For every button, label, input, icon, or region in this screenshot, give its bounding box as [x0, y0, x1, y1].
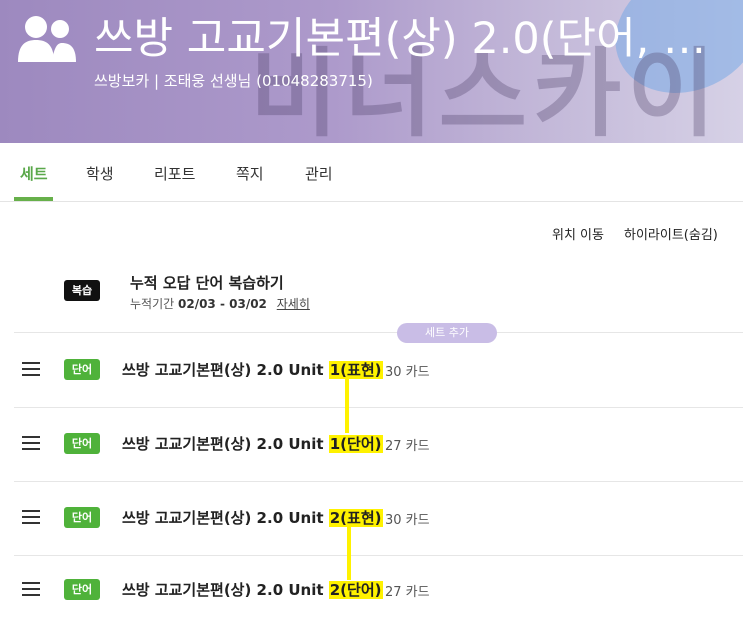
set-title-text: 쓰방 고교기본편(상) 2.0 Unit — [122, 435, 329, 453]
set-item[interactable]: 단어 쓰방 고교기본편(상) 2.0 Unit 2(표현) 30 카드 — [14, 481, 743, 556]
set-item[interactable]: 단어 쓰방 고교기본편(상) 2.0 Unit 1(표현) 30 카드 — [14, 333, 743, 408]
class-banner: 비너스카이 쓰방 고교기본편(상) 2.0(단어, … 쓰방보카 | 조태웅 선… — [0, 0, 743, 143]
review-title[interactable]: 누적 오답 단어 복습하기 — [130, 272, 284, 293]
set-title-highlight: 1(단어) — [328, 435, 383, 453]
tab-manage[interactable]: 관리 — [305, 163, 333, 184]
highlight-connector — [347, 524, 351, 580]
set-item[interactable]: 단어 쓰방 고교기본편(상) 2.0 Unit 1(단어) 27 카드 — [14, 407, 743, 482]
tab-messages[interactable]: 쪽지 — [236, 163, 264, 184]
set-title-highlight: 2(단어) — [328, 581, 383, 599]
set-title-highlight: 2(표현) — [328, 509, 383, 527]
set-type-badge: 단어 — [64, 579, 100, 600]
move-position-button[interactable]: 위치 이동 — [552, 224, 604, 243]
review-period-value: 02/03 - 03/02 — [178, 297, 267, 311]
set-title[interactable]: 쓰방 고교기본편(상) 2.0 Unit 1(표현) — [122, 359, 383, 380]
review-badge: 복습 — [64, 280, 100, 301]
set-title-text: 쓰방 고교기본편(상) 2.0 Unit — [122, 581, 329, 599]
card-count: 27 카드 — [385, 439, 430, 454]
set-title-text: 쓰방 고교기본편(상) 2.0 Unit — [122, 509, 329, 527]
set-title[interactable]: 쓰방 고교기본편(상) 2.0 Unit 2(표현) — [122, 507, 383, 528]
cumulative-review-item[interactable]: 복습 누적 오답 단어 복습하기 누적기간 02/03 - 03/02 자세히 — [14, 262, 743, 333]
review-period-label: 누적기간 — [130, 297, 175, 311]
set-type-badge: 단어 — [64, 507, 100, 528]
drag-handle-icon[interactable] — [22, 436, 40, 450]
set-title-highlight: 1(표현) — [328, 361, 383, 379]
set-title[interactable]: 쓰방 고교기본편(상) 2.0 Unit 2(단어) — [122, 579, 383, 600]
set-title[interactable]: 쓰방 고교기본편(상) 2.0 Unit 1(단어) — [122, 433, 383, 454]
drag-handle-icon[interactable] — [22, 362, 40, 376]
add-set-button[interactable]: 세트 추가 — [397, 323, 497, 343]
drag-handle-icon[interactable] — [22, 582, 40, 596]
highlight-connector — [345, 377, 349, 433]
tab-sets[interactable]: 세트 — [20, 163, 48, 184]
set-type-badge: 단어 — [64, 359, 100, 380]
set-item[interactable]: 단어 쓰방 고교기본편(상) 2.0 Unit 2(단어) 27 카드 — [14, 553, 743, 627]
drag-handle-icon[interactable] — [22, 510, 40, 524]
active-tab-indicator — [14, 197, 53, 201]
tab-students[interactable]: 학생 — [86, 163, 114, 184]
review-detail-link[interactable]: 자세히 — [277, 297, 310, 311]
review-period: 누적기간 02/03 - 03/02 자세히 — [130, 295, 310, 312]
highlight-toggle-button[interactable]: 하이라이트(숨김) — [624, 224, 718, 243]
set-type-badge: 단어 — [64, 433, 100, 454]
group-icon — [18, 16, 76, 62]
tab-reports[interactable]: 리포트 — [154, 163, 195, 184]
card-count: 30 카드 — [385, 513, 430, 528]
card-count: 30 카드 — [385, 365, 430, 380]
set-title-text: 쓰방 고교기본편(상) 2.0 Unit — [122, 361, 329, 379]
page-title: 쓰방 고교기본편(상) 2.0(단어, … — [94, 14, 706, 64]
page-subtitle: 쓰방보카 | 조태웅 선생님 (01048283715) — [94, 72, 373, 90]
card-count: 27 카드 — [385, 585, 430, 600]
tab-bar: 세트 학생 리포트 쪽지 관리 — [0, 143, 743, 202]
